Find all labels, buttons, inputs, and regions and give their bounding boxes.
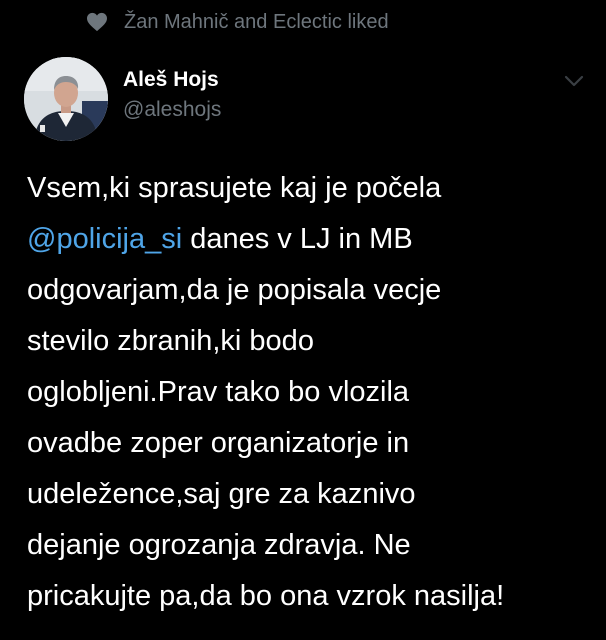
heart-icon (86, 12, 108, 32)
handle[interactable]: @aleshojs (123, 96, 221, 124)
tweet-line: ovadbe zoper organizatorje in (27, 427, 410, 459)
chevron-down-icon[interactable] (562, 72, 586, 90)
tweet-line: @policija_si danes v LJ in MB (27, 214, 597, 265)
avatar[interactable] (24, 57, 108, 141)
tweet-line: Vsem,ki sprasujete kaj je počela (27, 172, 442, 204)
tweet-line: dejanje ogrozanja zdravja. Ne (27, 529, 411, 561)
display-name[interactable]: Aleš Hojs (123, 66, 219, 94)
tweet-line: oglobljeni.Prav tako bo vlozila (27, 376, 410, 408)
social-context-text[interactable]: Žan Mahnič and Eclectic liked (124, 8, 389, 36)
tweet-line: pricakujte pa,da bo ona vzrok nasilja! (27, 580, 505, 612)
tweet-line-text: danes v LJ in MB (182, 223, 413, 255)
tweet-line: stevilo zbranih,ki bodo (27, 325, 314, 357)
tweet-line: odgovarjam,da je popisala vecje (27, 274, 442, 306)
mention-link[interactable]: @policija_si (27, 223, 182, 255)
tweet-text: Vsem,ki sprasujete kaj je počela @polici… (27, 163, 597, 622)
tweet-line: udeležence,saj gre za kaznivo (27, 478, 416, 510)
